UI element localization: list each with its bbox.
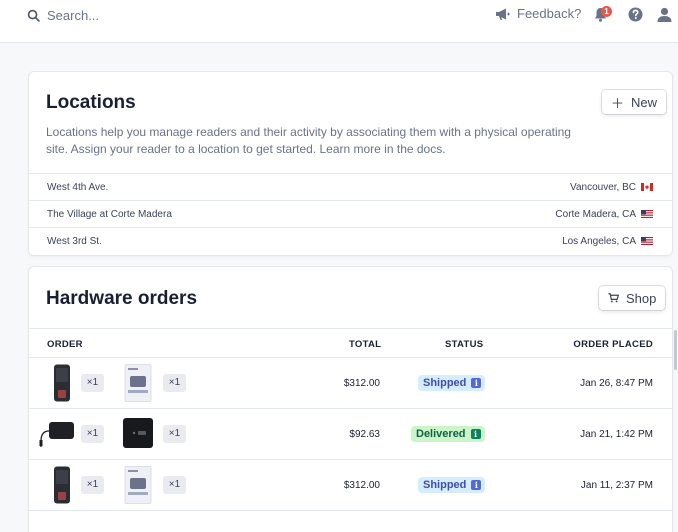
- help-icon[interactable]: [627, 6, 644, 23]
- locations-description: Locations help you manage readers and th…: [46, 125, 571, 156]
- order-row[interactable]: ×1 ×1 $312.00 Shipped i Jan 11, 2:37 PM: [29, 460, 672, 511]
- canada-flag-icon: [641, 183, 653, 191]
- card-reader-handheld-icon: [54, 466, 70, 504]
- scrollbar[interactable]: [674, 330, 677, 370]
- status-badge: Delivered i: [411, 426, 485, 442]
- search-input[interactable]: Search...: [47, 8, 99, 23]
- hardware-orders-card: Hardware orders Shop ORDER TOTAL STATUS …: [28, 266, 673, 532]
- location-city: Corte Madera, CA: [555, 209, 636, 220]
- order-row[interactable]: ×1 ×1 $312.00 Shipped i Jan 26, 8:47 PM: [29, 358, 672, 409]
- new-button-label: New: [631, 94, 658, 110]
- new-location-button[interactable]: ＋ New: [602, 90, 667, 114]
- order-row[interactable]: ×1 ×1 $92.63 Delivered i Jan 21, 1:42 PM: [29, 409, 672, 460]
- info-icon: i: [471, 480, 482, 490]
- search-icon: [27, 9, 40, 22]
- shop-button[interactable]: Shop: [599, 286, 666, 310]
- location-row[interactable]: The Village at Corte Madera Corte Madera…: [29, 200, 672, 227]
- item-quantity: ×1: [163, 476, 186, 494]
- feedback-button[interactable]: Feedback?: [495, 6, 581, 21]
- column-status: STATUS: [445, 339, 484, 350]
- item-quantity: ×1: [81, 374, 104, 392]
- location-name: The Village at Corte Madera: [47, 209, 172, 220]
- us-flag-icon: [641, 210, 653, 218]
- reader-box-icon: [124, 364, 152, 402]
- locations-card: Locations ＋ New Locations help you manag…: [28, 71, 673, 256]
- location-row[interactable]: West 4th Ave. Vancouver, BC: [29, 173, 672, 200]
- user-icon[interactable]: [656, 6, 673, 23]
- shop-button-label: Shop: [626, 290, 657, 306]
- column-total: TOTAL: [349, 339, 382, 350]
- location-row[interactable]: West 3rd St. Los Angeles, CA: [29, 227, 672, 254]
- countertop-reader-icon: [123, 418, 153, 448]
- status-badge: Shipped i: [418, 477, 486, 493]
- locations-title: Locations: [46, 92, 136, 113]
- card-reader-with-cable-icon: [39, 422, 74, 447]
- location-name: West 4th Ave.: [47, 182, 109, 193]
- item-quantity: ×1: [81, 476, 104, 494]
- order-placed-date: Jan 26, 8:47 PM: [580, 378, 653, 389]
- location-name: West 3rd St.: [47, 236, 102, 247]
- order-placed-date: Jan 11, 2:37 PM: [580, 480, 653, 491]
- order-total: $312.00: [343, 480, 380, 491]
- hardware-orders-title: Hardware orders: [46, 288, 198, 309]
- card-reader-handheld-icon: [54, 364, 70, 402]
- megaphone-icon: [496, 8, 510, 20]
- order-total: $92.63: [349, 429, 380, 440]
- search-bar[interactable]: Search...: [27, 6, 99, 24]
- top-bar: Search... Feedback? 1: [0, 0, 678, 43]
- cart-icon: [608, 293, 619, 303]
- status-badge: Shipped i: [418, 375, 486, 391]
- status-label: Shipped: [423, 377, 467, 389]
- order-total: $312.00: [343, 378, 380, 389]
- plus-icon: ＋: [611, 95, 625, 111]
- feedback-label: Feedback?: [517, 6, 582, 21]
- item-quantity: ×1: [163, 374, 186, 392]
- order-placed-date: Jan 21, 1:42 PM: [580, 429, 653, 440]
- info-icon: i: [471, 378, 482, 388]
- item-quantity: ×1: [163, 425, 186, 443]
- reader-box-icon: [124, 466, 152, 504]
- us-flag-icon: [641, 237, 653, 245]
- notification-badge: 1: [601, 6, 612, 17]
- status-label: Shipped: [423, 479, 467, 491]
- item-quantity: ×1: [81, 425, 104, 443]
- info-icon: i: [470, 429, 481, 439]
- column-order-placed: ORDER PLACED: [573, 339, 653, 350]
- status-label: Delivered: [416, 428, 466, 440]
- location-city: Los Angeles, CA: [562, 236, 636, 247]
- location-city: Vancouver, BC: [570, 182, 636, 193]
- orders-table-header: ORDER TOTAL STATUS ORDER PLACED: [29, 328, 672, 358]
- column-order: ORDER: [47, 339, 83, 350]
